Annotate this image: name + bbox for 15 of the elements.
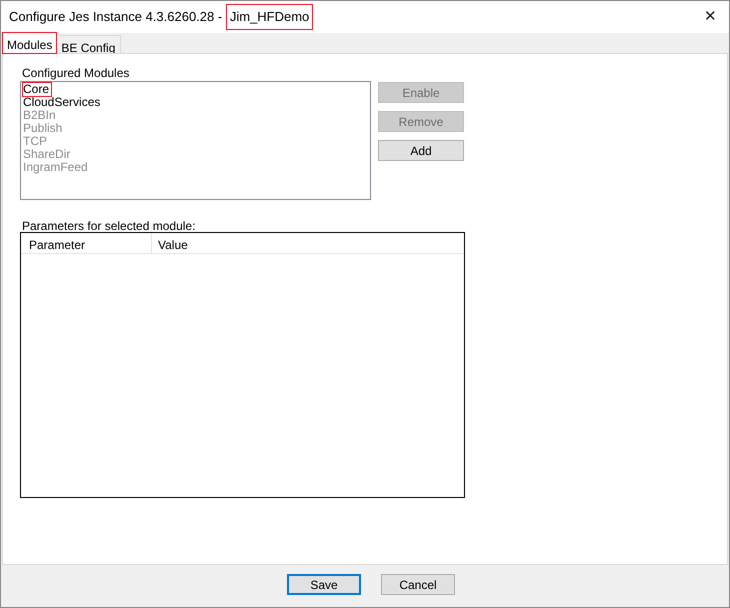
highlighted-window-title: Jim_HFDemo	[226, 4, 314, 30]
window-title: Configure Jes Instance 4.3.6260.28 -	[9, 8, 224, 26]
module-item[interactable]: Core	[23, 83, 52, 96]
dialog-button[interactable]: Save	[287, 574, 361, 595]
section-label: Configured Modules	[21, 65, 130, 80]
column-header[interactable]: Parameter	[21, 233, 152, 253]
module-item[interactable]: CloudServices	[23, 96, 100, 109]
tab[interactable]: Modules	[3, 33, 56, 53]
parameters-table[interactable]: Parameter Value	[20, 232, 465, 498]
dialog-button[interactable]: Cancel	[381, 574, 455, 595]
section-label: Parameters for selected module:	[21, 218, 196, 233]
column-header[interactable]: Value	[152, 233, 188, 253]
modules-listbox[interactable]: Core CloudServices B2BIn Publish TCP ShareDir IngramFeed	[20, 81, 371, 200]
module-button[interactable]: Add	[378, 140, 464, 161]
close-button[interactable]: ✕	[702, 6, 719, 28]
